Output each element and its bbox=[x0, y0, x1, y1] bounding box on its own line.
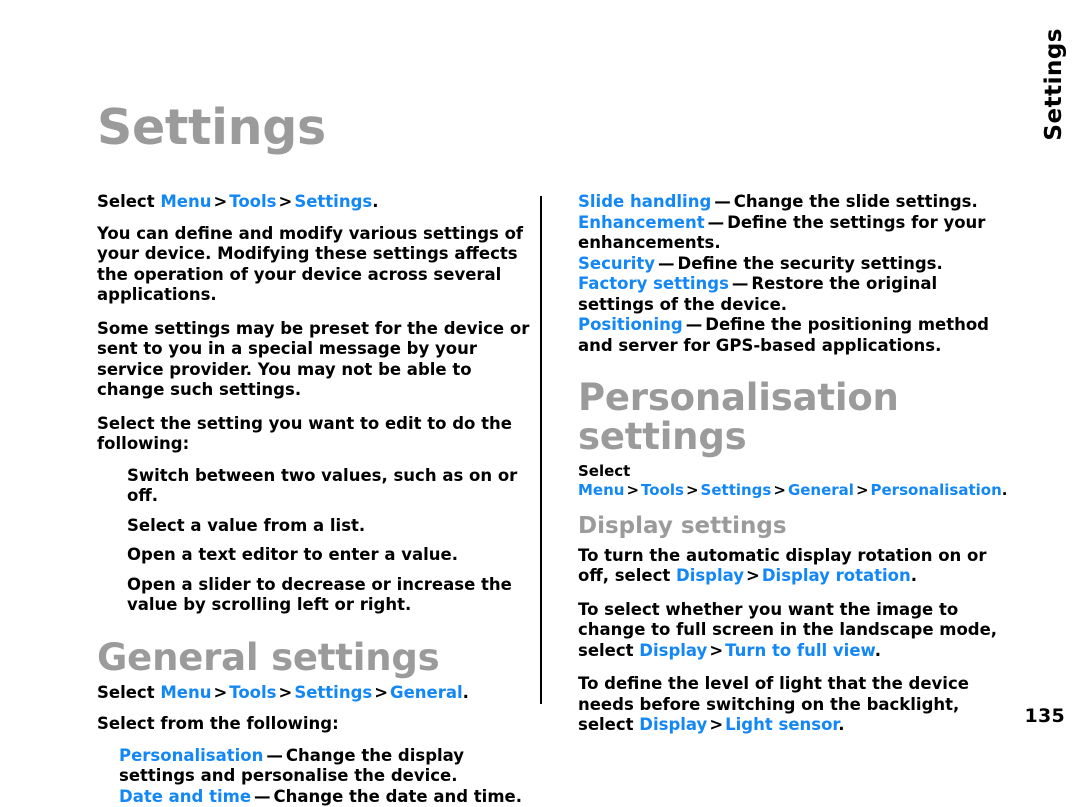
definition-term[interactable]: Enhancement bbox=[578, 213, 705, 232]
em-dash: — bbox=[714, 192, 731, 211]
breadcrumb-separator: > bbox=[709, 715, 724, 735]
definition-term[interactable]: Positioning bbox=[578, 315, 683, 334]
list-item: Open a text editor to enter a value. bbox=[127, 545, 459, 564]
section-heading-personalisation-settings: Personalisation settings bbox=[578, 376, 899, 459]
instruction-light-sensor: To define the level of light that the de… bbox=[578, 674, 998, 736]
intro-paragraph-2: Some settings may be preset for the devi… bbox=[97, 318, 530, 400]
breadcrumb-separator: > bbox=[855, 480, 869, 499]
breadcrumb-prefix: Select bbox=[97, 682, 161, 702]
breadcrumb-separator: > bbox=[773, 480, 786, 499]
instruction-crumb-display[interactable]: Display bbox=[639, 641, 707, 660]
em-dash: — bbox=[266, 745, 283, 765]
definition-term[interactable]: Date and time bbox=[119, 787, 251, 806]
breadcrumb-crumb-menu[interactable]: Menu bbox=[160, 683, 211, 702]
em-dash: — bbox=[731, 274, 749, 293]
left-column: Select Menu > Tools > Settings. You can defi… bbox=[97, 192, 532, 807]
breadcrumb-crumb-personalisation[interactable]: Personalisation bbox=[871, 481, 1002, 499]
instruction-crumb-display[interactable]: Display bbox=[639, 715, 707, 734]
em-dash: — bbox=[685, 315, 703, 334]
definition-term[interactable]: Slide handling bbox=[578, 192, 711, 211]
definition-item: Enhancement — Define the settings for your… bbox=[578, 213, 998, 254]
intro-paragraph-1: You can define and modify various settin… bbox=[97, 223, 524, 305]
breadcrumb-general: Select Menu > Tools > Settings > General. bbox=[97, 683, 532, 704]
breadcrumb-separator: > bbox=[626, 480, 640, 499]
right-column: Slide handling — Change the slide settings… bbox=[578, 192, 1007, 749]
list-item: Switch between two values, such as on or… bbox=[127, 465, 518, 506]
instruction-crumb-turn-to-full-view[interactable]: Turn to full view bbox=[725, 641, 875, 660]
breadcrumb-separator: > bbox=[374, 682, 389, 702]
definition-item: Positioning — Define the positioning metho… bbox=[578, 315, 998, 356]
definition-item: Slide handling — Change the slide settings… bbox=[578, 192, 998, 213]
em-dash: — bbox=[707, 212, 725, 232]
breadcrumb-crumb-menu[interactable]: Menu bbox=[160, 192, 211, 211]
breadcrumb-separator: > bbox=[685, 480, 699, 499]
list-item: Select a value from a list. bbox=[127, 515, 366, 535]
breadcrumb-suffix: . bbox=[372, 192, 379, 211]
em-dash: — bbox=[658, 253, 675, 273]
breadcrumb-crumb-menu[interactable]: Menu bbox=[578, 481, 624, 499]
definition-term[interactable]: Factory settings bbox=[578, 274, 729, 293]
page-title: Settings bbox=[97, 99, 326, 156]
breadcrumb-crumb-tools[interactable]: Tools bbox=[229, 683, 276, 702]
breadcrumb-separator: > bbox=[213, 682, 228, 702]
instruction-turn-to-full-view: To select whether you want the image to … bbox=[578, 600, 998, 662]
definition-item: Date and time — Change the date and time. bbox=[119, 787, 532, 807]
list-item: Open a slider to decrease or increase th… bbox=[127, 574, 512, 615]
definition-item: Personalisation — Change the display setti… bbox=[119, 746, 532, 787]
breadcrumb-separator: > bbox=[278, 682, 293, 702]
general-settings-definition-list: Personalisation — Change the display setti… bbox=[97, 746, 532, 807]
definition-description: Change the date and time. bbox=[273, 786, 522, 806]
instruction-crumb-display[interactable]: Display bbox=[676, 566, 744, 585]
breadcrumb-crumb-tools[interactable]: Tools bbox=[229, 192, 276, 211]
intro-paragraph-3: Select the setting you want to edit to d… bbox=[97, 413, 512, 454]
definition-term[interactable]: Security bbox=[578, 254, 655, 273]
breadcrumb-crumb-tools[interactable]: Tools bbox=[641, 481, 684, 499]
general-settings-definition-list-continued: Slide handling — Change the slide settings… bbox=[578, 192, 998, 356]
breadcrumb-prefix: Select bbox=[578, 462, 631, 481]
breadcrumb-crumb-general[interactable]: General bbox=[390, 683, 463, 702]
column-divider bbox=[540, 196, 542, 704]
breadcrumb-crumb-settings[interactable]: Settings bbox=[701, 481, 772, 499]
select-from-following: Select from the following: bbox=[97, 714, 339, 734]
breadcrumb-suffix: . bbox=[1001, 480, 1008, 499]
breadcrumb-crumb-settings[interactable]: Settings bbox=[294, 683, 372, 702]
breadcrumb-crumb-settings[interactable]: Settings bbox=[294, 192, 372, 211]
breadcrumb-prefix: Select bbox=[97, 192, 161, 211]
section-heading-general-settings: General settings bbox=[97, 635, 440, 679]
definition-term[interactable]: Personalisation bbox=[119, 746, 263, 765]
instruction-crumb-light-sensor[interactable]: Light sensor bbox=[725, 715, 838, 734]
definition-item: Security — Define the security settings. bbox=[578, 254, 998, 275]
definition-item: Factory settings — Restore the original se… bbox=[578, 274, 998, 315]
page-number: 135 bbox=[1024, 705, 1065, 727]
instruction-crumb-display-rotation[interactable]: Display rotation bbox=[762, 566, 911, 585]
breadcrumb-crumb-general[interactable]: General bbox=[788, 481, 854, 499]
breadcrumb-intro: Select Menu > Tools > Settings. bbox=[97, 192, 532, 213]
breadcrumb-separator: > bbox=[278, 192, 293, 211]
em-dash: — bbox=[254, 786, 271, 806]
breadcrumb-separator: > bbox=[709, 640, 724, 660]
running-head: Settings bbox=[1041, 28, 1067, 141]
breadcrumb-separator: > bbox=[213, 192, 228, 211]
definition-description: Change the slide settings. bbox=[733, 192, 978, 211]
option-list: Switch between two values, such as on or… bbox=[97, 466, 532, 616]
instruction-suffix: . bbox=[910, 566, 918, 586]
instruction-suffix: . bbox=[838, 715, 845, 735]
breadcrumb-suffix: . bbox=[462, 682, 469, 702]
subsection-heading-display-settings: Display settings bbox=[578, 513, 787, 540]
definition-description: Define the security settings. bbox=[677, 253, 943, 273]
instruction-display-rotation: To turn the automatic display rotation o… bbox=[578, 546, 998, 587]
instruction-suffix: . bbox=[874, 640, 881, 660]
breadcrumb-separator: > bbox=[746, 566, 760, 586]
breadcrumb-personalisation: Select Menu > Tools > Settings > General > Perso… bbox=[578, 462, 1007, 499]
